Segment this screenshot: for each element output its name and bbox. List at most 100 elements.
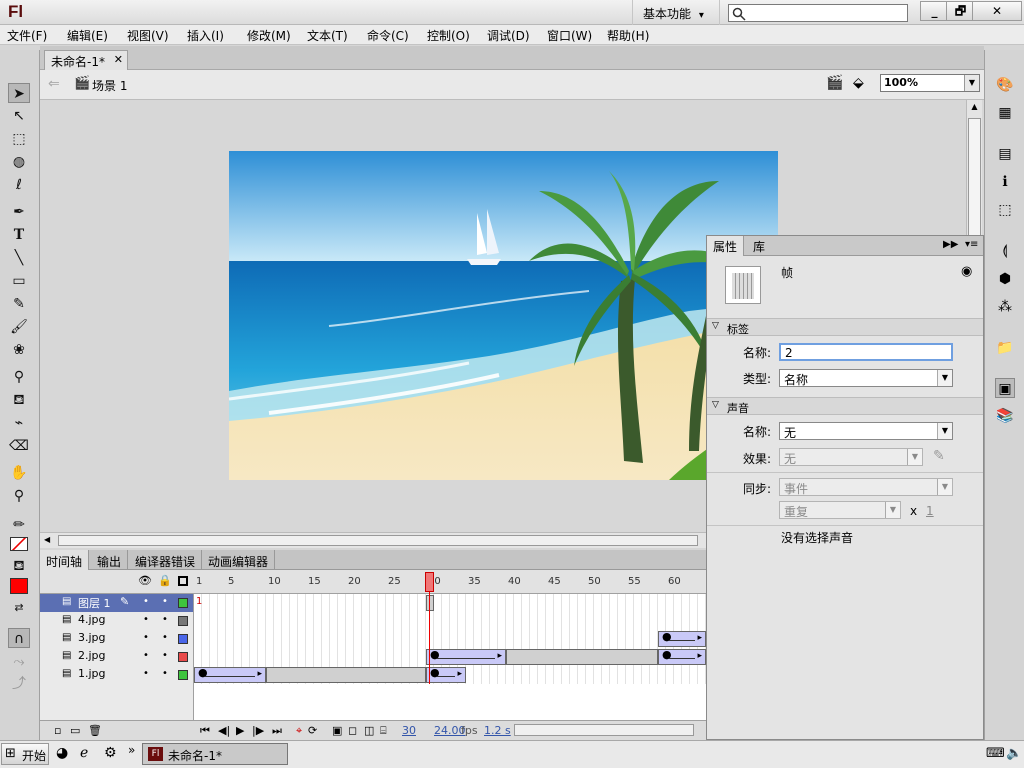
layer-frames[interactable]: ● ▸: [194, 630, 706, 648]
tab-output[interactable]: 输出: [91, 550, 129, 570]
stroke-color-swatch[interactable]: [10, 537, 28, 551]
start-button[interactable]: ⊞ 开始: [1, 743, 49, 765]
layer-row[interactable]: ▤ 2.jpg • • ● ▸ ● ▸: [40, 648, 706, 666]
eyedropper-tool-icon[interactable]: ⌁: [8, 413, 30, 433]
elapsed-time[interactable]: 1.2 s: [484, 724, 511, 737]
lock-dot[interactable]: •: [162, 668, 168, 679]
menu-commands[interactable]: 命令(C): [367, 27, 409, 44]
outline-color-swatch[interactable]: [178, 616, 188, 626]
paint-bucket-tool-icon[interactable]: ⛾: [8, 390, 30, 410]
frame-span[interactable]: [266, 667, 426, 683]
step-forward-icon[interactable]: |▶: [252, 724, 264, 737]
deco-tool-icon[interactable]: ❀: [8, 340, 30, 360]
go-to-first-icon[interactable]: ⏮: [200, 724, 210, 738]
playhead[interactable]: [425, 572, 434, 592]
zoom-select[interactable]: 100% ▼: [880, 74, 980, 92]
close-button[interactable]: ✕: [972, 1, 1022, 21]
outline-color-swatch[interactable]: [178, 634, 188, 644]
label-type-select[interactable]: 名称 ▼: [779, 369, 953, 387]
onion-outline-icon[interactable]: ◻: [348, 724, 357, 737]
visibility-dot[interactable]: •: [143, 650, 149, 661]
bone-tool-icon[interactable]: ⚲: [8, 367, 30, 387]
lock-dot[interactable]: •: [162, 632, 168, 643]
more-chevron-icon[interactable]: »: [128, 743, 135, 757]
minimize-button[interactable]: _: [920, 1, 949, 21]
selection-tool-icon[interactable]: ➤: [8, 83, 30, 103]
menu-help[interactable]: 帮助(H): [607, 27, 649, 44]
menu-insert[interactable]: 插入(I): [187, 27, 224, 44]
keyframe[interactable]: [426, 595, 434, 611]
tab-motion-editor[interactable]: 动画编辑器: [202, 550, 276, 570]
lasso-tool-icon[interactable]: ℓ: [8, 175, 30, 195]
loop-icon[interactable]: ⟳: [308, 724, 317, 737]
workspace-switcher[interactable]: 基本功能 ▾: [632, 0, 720, 25]
tab-compiler-errors[interactable]: 编译器错误: [129, 550, 203, 570]
tab-timeline[interactable]: 时间轴: [40, 550, 90, 570]
menu-debug[interactable]: 调试(D): [487, 27, 530, 44]
visibility-dot[interactable]: •: [143, 596, 149, 607]
tween-span[interactable]: ● ▸: [658, 648, 706, 665]
current-frame[interactable]: 30: [402, 724, 416, 737]
hand-tool-icon[interactable]: ✋: [8, 463, 30, 483]
tab-library[interactable]: 库: [747, 236, 771, 256]
close-icon[interactable]: ✕: [114, 53, 123, 66]
properties-panel-icon[interactable]: ▣: [995, 378, 1015, 398]
code-snippets-panel-icon[interactable]: ⟬: [995, 241, 1015, 261]
onion-skin-icon[interactable]: ▣: [332, 724, 342, 737]
label-name-field[interactable]: 2: [779, 343, 953, 361]
new-folder-icon[interactable]: ▭: [70, 724, 80, 737]
fill-color-icon[interactable]: ⛾: [8, 556, 30, 576]
outline-icon[interactable]: [178, 576, 188, 586]
section-label[interactable]: ▽ 标签: [707, 318, 983, 336]
lock-dot[interactable]: •: [162, 650, 168, 661]
menu-view[interactable]: 视图(V): [127, 27, 169, 44]
tween-span[interactable]: ● ▸: [194, 666, 266, 683]
layer-row[interactable]: ▤ 1.jpg • • ● ▸ ● ▸: [40, 666, 706, 684]
lock-dot[interactable]: •: [162, 596, 168, 607]
tab-properties[interactable]: 属性: [707, 236, 745, 256]
brush-tool-icon[interactable]: 🖌: [8, 317, 30, 337]
lock-icon[interactable]: 🔒: [158, 574, 172, 587]
text-tool-icon[interactable]: T: [8, 225, 30, 245]
layer-name-cell[interactable]: ▤ 3.jpg • •: [40, 630, 194, 648]
scroll-up-icon[interactable]: ▲: [968, 102, 981, 114]
search-input[interactable]: [728, 4, 908, 22]
document-tab[interactable]: 未命名-1* ✕: [44, 50, 128, 70]
menu-modify[interactable]: 修改(M): [247, 27, 291, 44]
play-icon[interactable]: ▶: [236, 724, 244, 737]
zoom-tool-icon[interactable]: ⚲: [8, 486, 30, 506]
panel-menu-icon[interactable]: ▾≡: [965, 239, 978, 250]
components-panel-icon[interactable]: ⬢: [995, 269, 1015, 289]
eraser-tool-icon[interactable]: ⌫: [8, 436, 30, 456]
visibility-dot[interactable]: •: [143, 668, 149, 679]
stage-artboard[interactable]: [229, 151, 778, 480]
tween-span[interactable]: ● ▸: [426, 666, 466, 683]
section-sound[interactable]: ▽ 声音: [707, 397, 983, 415]
layer-row[interactable]: ▤ 4.jpg • •: [40, 612, 706, 630]
media-player-icon[interactable]: ◕: [56, 745, 68, 761]
restore-button[interactable]: 🗗: [946, 1, 975, 21]
layer-frames[interactable]: [194, 612, 706, 630]
color-panel-icon[interactable]: 🎨: [995, 75, 1015, 95]
lock-dot[interactable]: •: [162, 614, 168, 625]
3d-rotation-tool-icon[interactable]: ◍: [8, 152, 30, 172]
go-to-last-icon[interactable]: ⏭: [272, 724, 282, 738]
motion-presets-panel-icon[interactable]: ⁂: [995, 297, 1015, 317]
menu-text[interactable]: 文本(T): [307, 27, 348, 44]
library-panel-icon[interactable]: 📚: [995, 406, 1015, 426]
step-back-icon[interactable]: ◀|: [218, 724, 230, 737]
scroll-thumb[interactable]: [968, 118, 981, 238]
collapse-icon[interactable]: ▶▶: [943, 239, 958, 250]
horizontal-scrollbar[interactable]: ◀: [40, 532, 706, 548]
swap-colors-icon[interactable]: ⇄: [8, 598, 30, 618]
onion-markers-icon[interactable]: ⌸: [380, 724, 387, 738]
keyboard-icon[interactable]: ⌨: [986, 746, 1005, 761]
menu-control[interactable]: 控制(O): [427, 27, 470, 44]
help-icon[interactable]: ◉: [961, 264, 972, 279]
fill-color-swatch[interactable]: [10, 578, 28, 594]
edit-scene-icon[interactable]: 🎬: [826, 75, 843, 91]
layer-name-cell[interactable]: ▤ 1.jpg • •: [40, 666, 194, 684]
outline-color-swatch[interactable]: [178, 598, 188, 608]
outline-color-swatch[interactable]: [178, 670, 188, 680]
sound-name-select[interactable]: 无 ▼: [779, 422, 953, 440]
